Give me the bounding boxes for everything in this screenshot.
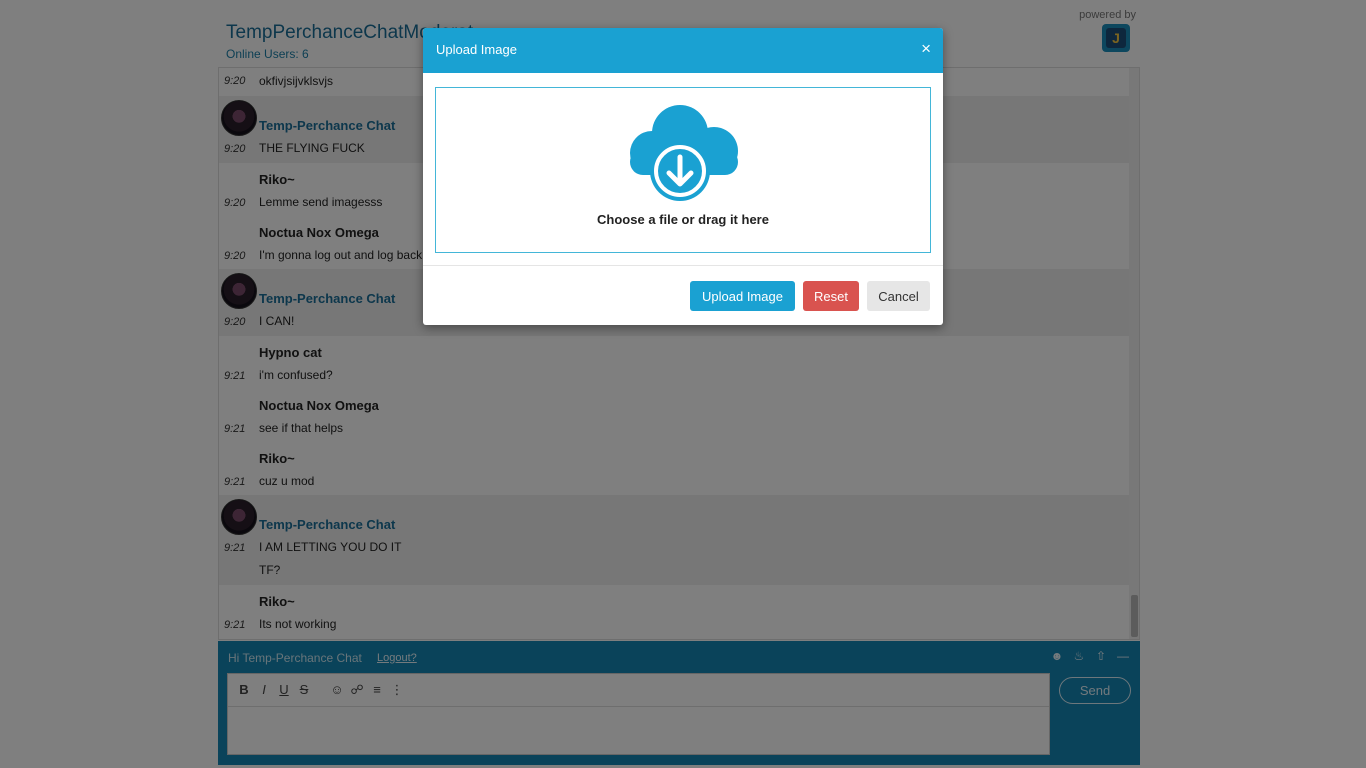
dialog-footer: Upload Image Reset Cancel — [423, 265, 943, 325]
close-icon[interactable]: × — [921, 40, 931, 58]
reset-button[interactable]: Reset — [803, 281, 859, 311]
file-dropzone[interactable]: Choose a file or drag it here — [435, 87, 931, 253]
cloud-download-icon — [630, 105, 738, 201]
upload-image-button[interactable]: Upload Image — [690, 281, 795, 311]
cancel-button[interactable]: Cancel — [867, 281, 930, 311]
dropzone-label: Choose a file or drag it here — [597, 212, 769, 227]
dialog-title: Upload Image — [436, 42, 517, 57]
upload-image-dialog: Upload Image × Choose a file or drag it … — [423, 28, 943, 325]
dialog-header: Upload Image × — [423, 28, 943, 73]
